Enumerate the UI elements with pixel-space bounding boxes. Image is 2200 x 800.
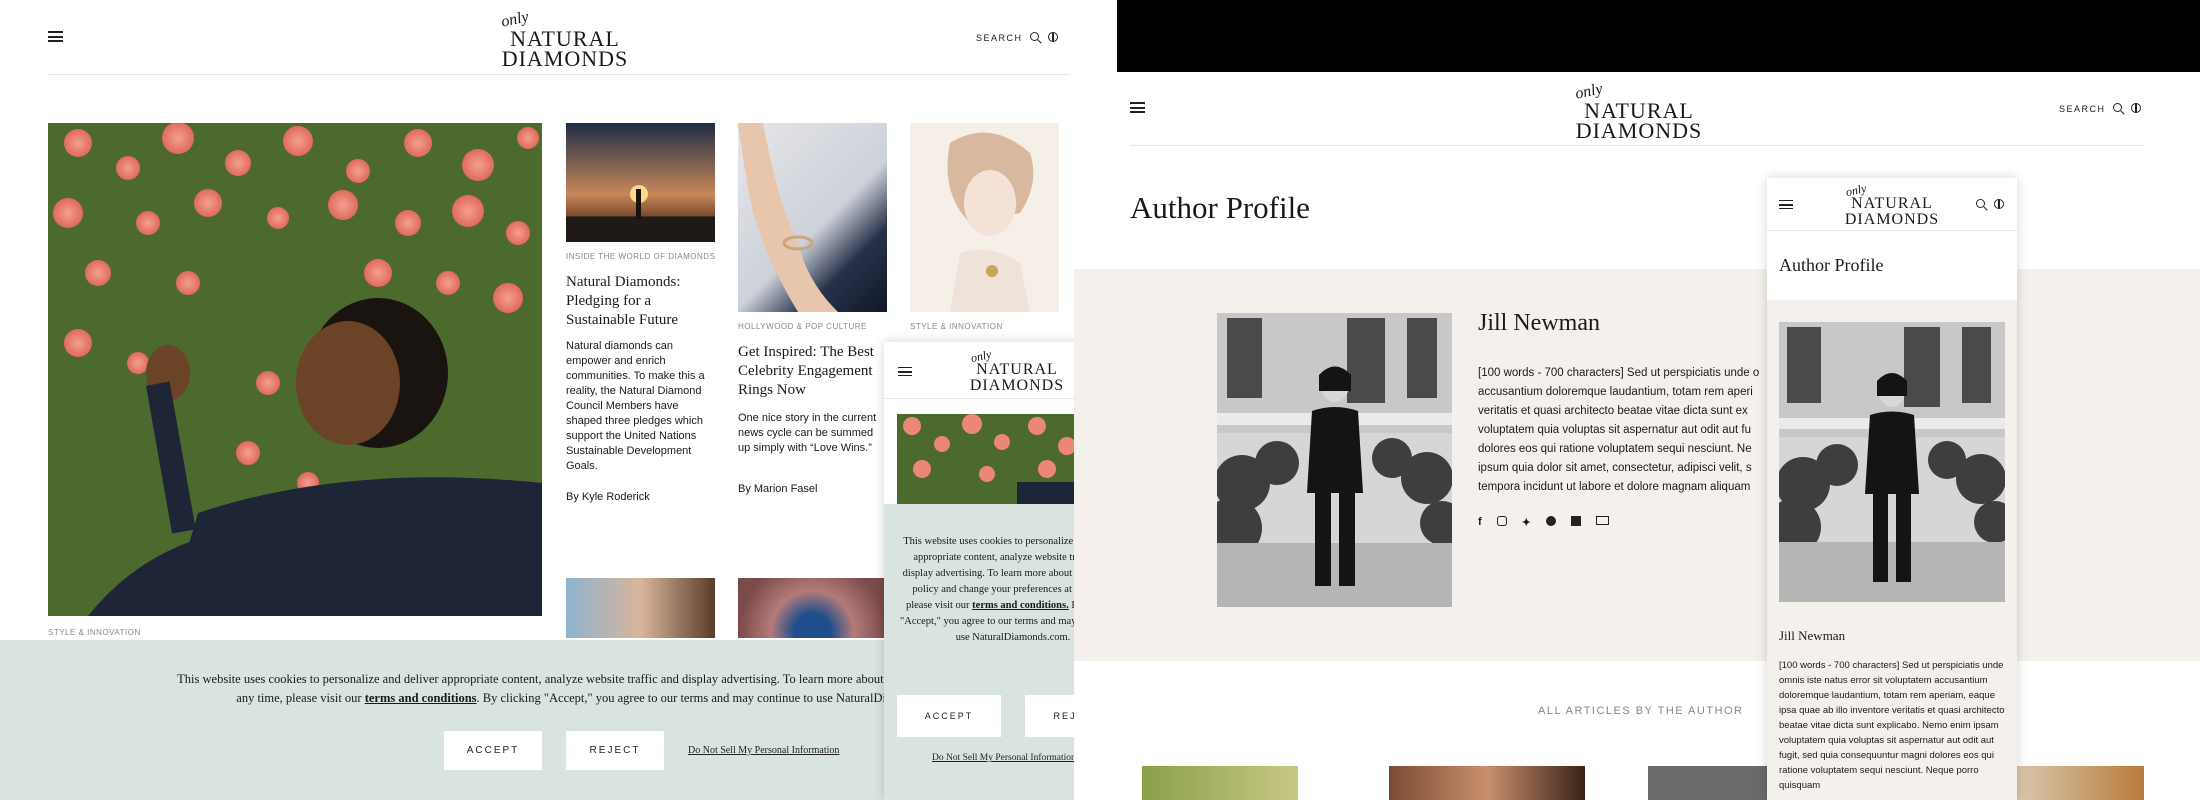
pinterest-icon[interactable] [1545,516,1556,526]
logo-diamonds: DIAMONDS [501,46,629,71]
search-label[interactable]: SEARCH [976,33,1023,43]
profile-section: Jill Newman [100 words - 700 characters]… [1074,269,2200,661]
author-bio: [100 words - 700 characters] Sed ut pers… [1478,367,1760,493]
search-label[interactable]: SEARCH [2059,104,2106,114]
globe-icon[interactable] [1048,32,1058,42]
author-name: Jill Newman [1478,310,1600,336]
search-icon[interactable] [1976,199,1985,208]
accept-button[interactable]: ACCEPT [444,731,542,770]
brand-logo[interactable]: only NATURAL DIAMONDS [490,8,640,71]
article-image-sapphire[interactable] [738,578,887,638]
article-title[interactable]: Get Inspired: The Best Celebrity Engagem… [738,343,888,400]
header-divider [1767,230,2017,231]
instagram-icon[interactable] [1496,516,1507,526]
do-not-sell-link[interactable]: Do Not Sell My Personal Information [932,753,1076,763]
social-links: f ✦ [1478,516,1609,529]
logo-natural: NATURAL [976,361,1058,378]
article-byline[interactable]: By Kyle Roderick [566,491,650,503]
article-category[interactable]: HOLLYWOOD & POP CULTURE [738,322,867,331]
accept-button[interactable]: ACCEPT [897,695,1001,737]
do-not-sell-link[interactable]: Do Not Sell My Personal Information [688,745,839,756]
article-title[interactable]: Natural Diamonds: Pledging for a Sustain… [566,273,716,330]
menu-icon[interactable] [1130,102,1145,113]
article-excerpt: Natural diamonds can empower and enrich … [566,340,705,472]
terms-link[interactable]: terms and conditions [365,691,477,705]
menu-icon[interactable] [1779,200,1793,209]
menu-icon[interactable] [48,31,63,42]
author-photo [1217,313,1452,607]
page-title: Author Profile [1130,190,1310,225]
globe-icon[interactable] [2131,103,2141,113]
header-divider [47,74,1070,75]
author-article-thumb[interactable] [1389,766,1585,800]
article-image-kiss[interactable] [566,578,715,638]
logo-natural: NATURAL [1851,195,1933,212]
globe-icon[interactable] [1994,199,2004,209]
mobile-author-panel: only NATURAL DIAMONDS Author Profile Jil… [1767,178,2017,800]
profile-section: Jill Newman [100 words - 700 characters]… [1767,300,2017,800]
article-category[interactable]: INSIDE THE WORLD OF DIAMONDS [566,252,715,261]
author-article-thumb[interactable] [1142,766,1298,800]
page-title: Author Profile [1779,255,1884,275]
black-top-band [1117,0,2200,72]
article-image-illustration[interactable] [910,123,1059,312]
brand-logo[interactable]: only NATURAL DIAMONDS [962,347,1072,394]
header-divider [1130,145,2144,146]
facebook-icon[interactable]: f [1478,516,1482,529]
menu-icon[interactable] [898,367,912,376]
author-name: Jill Newman [1779,628,1846,643]
author-photo [1779,322,2005,602]
author-article-thumb[interactable] [2014,766,2144,800]
brand-logo[interactable]: only NATURAL DIAMONDS [1564,80,1714,143]
terms-link[interactable]: terms and conditions. [972,600,1069,611]
hero-image[interactable] [48,123,542,616]
desktop-author-panel: only NATURAL DIAMONDS SEARCH Author Prof… [1074,72,2200,800]
article-byline[interactable]: By Marion Fasel [738,483,817,495]
linkedin-icon[interactable] [1570,516,1581,526]
search-icon[interactable] [1030,32,1039,41]
brand-logo[interactable]: only NATURAL DIAMONDS [1837,181,1947,228]
logo-diamonds: DIAMONDS [1844,211,1940,228]
author-bio: [100 words - 700 characters] Sed ut pers… [1779,660,2005,791]
article-category[interactable]: STYLE & INNOVATION [910,322,1003,331]
hero-category[interactable]: STYLE & INNOVATION [48,628,141,637]
search-icon[interactable] [2113,103,2122,112]
logo-diamonds: DIAMONDS [1575,118,1703,143]
email-icon[interactable] [1595,516,1609,525]
author-article-thumb[interactable] [1648,766,1768,800]
reject-button[interactable]: REJECT [566,731,664,770]
article-image-ring-hand[interactable] [738,123,887,312]
article-image-sunset[interactable] [566,123,715,242]
all-articles-heading: ALL ARTICLES BY THE AUTHOR [1538,705,1744,717]
article-excerpt: One nice story in the current news cycle… [738,412,877,454]
twitter-icon[interactable]: ✦ [1522,516,1531,529]
logo-diamonds: DIAMONDS [969,377,1065,394]
